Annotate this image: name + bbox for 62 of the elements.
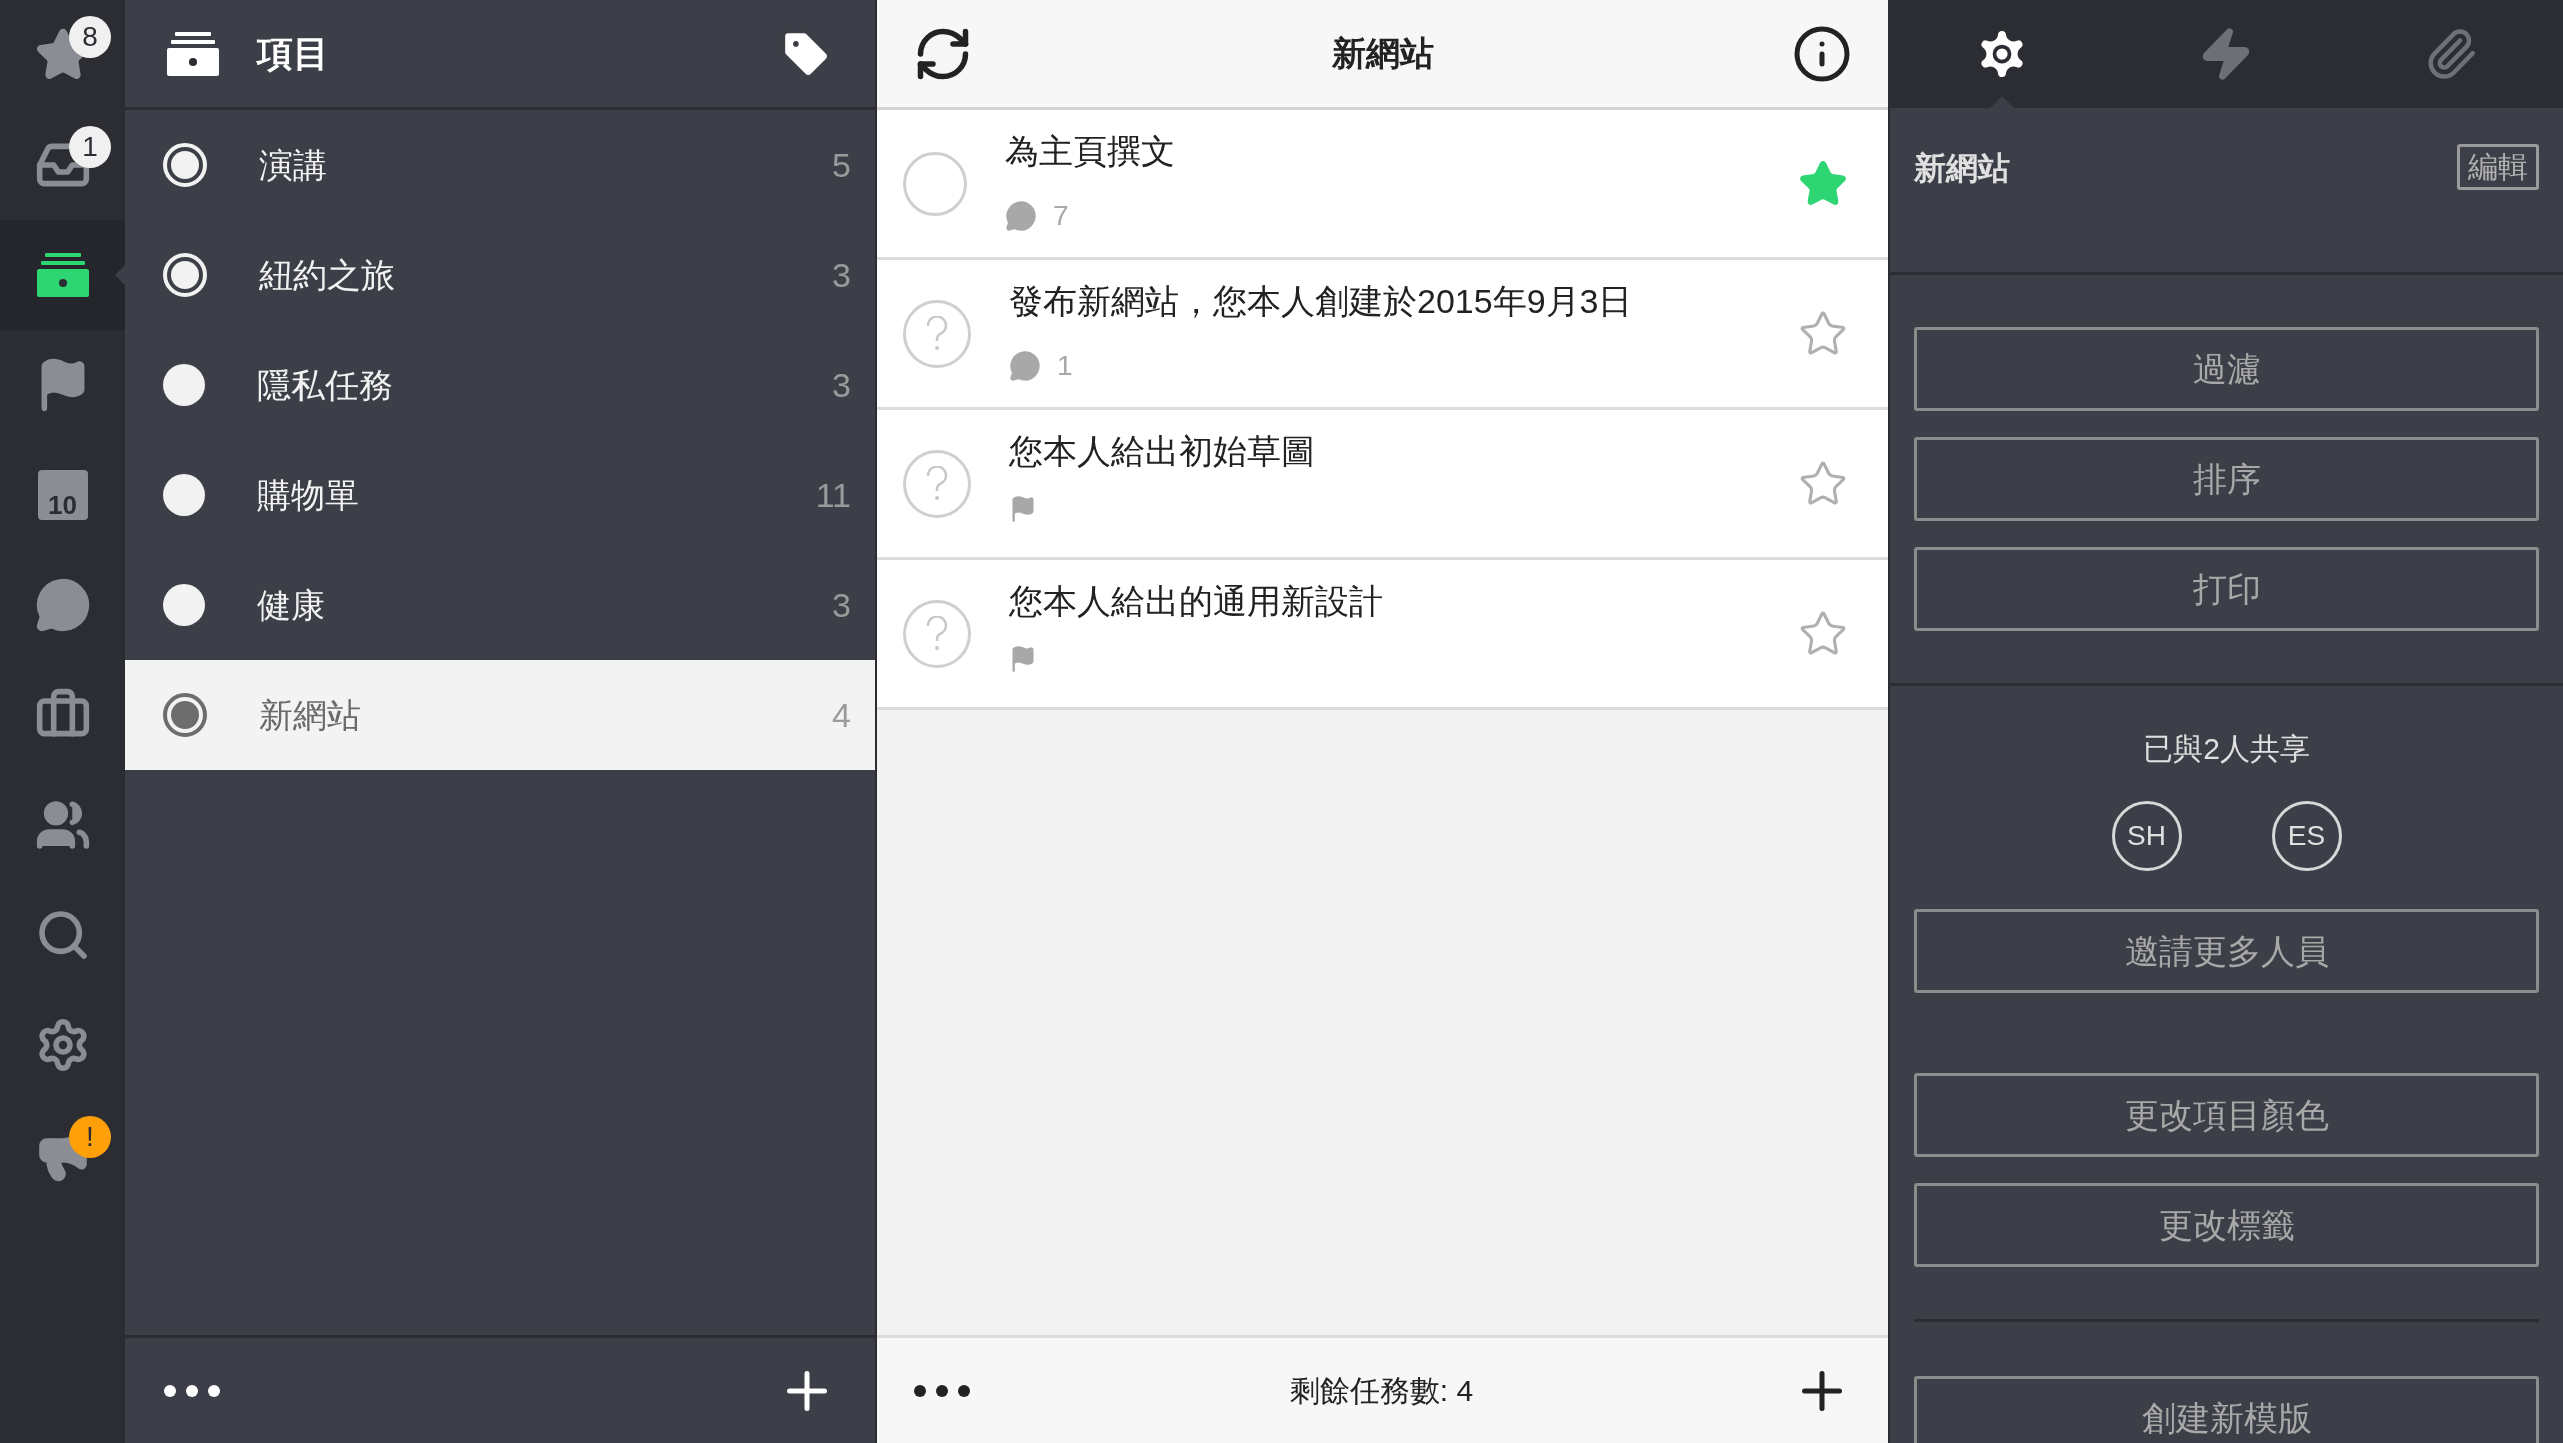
task-row[interactable]: 您本人給出初始草圖 <box>877 410 1888 560</box>
project-item[interactable]: 購物單 11 <box>125 440 875 550</box>
task-title: 發布新網站，您本人創建於2015年9月3日 <box>1009 281 1634 322</box>
project-item[interactable]: 健康 3 <box>125 550 875 660</box>
invite-button[interactable]: 邀請更多人員 <box>1914 909 2539 993</box>
project-count: 4 <box>832 694 851 736</box>
nav-item[interactable]: 10 <box>0 440 125 550</box>
project-count: 3 <box>832 364 851 406</box>
task-row[interactable]: 您本人給出的通用新設計 <box>877 560 1888 710</box>
project-count: 3 <box>832 584 851 626</box>
task-title: 為主頁撰文 <box>1005 131 1176 172</box>
task-title: 您本人給出初始草圖 <box>1009 431 1316 472</box>
project-name: 演講 <box>259 144 327 186</box>
project-count: 5 <box>832 144 851 186</box>
projects-icon <box>36 253 89 297</box>
action-button[interactable]: 過濾 <box>1914 327 2539 411</box>
more-icon[interactable] <box>913 1383 971 1398</box>
badge: ! <box>69 1116 111 1158</box>
projects-icon <box>167 31 219 76</box>
nav-item[interactable]: ! <box>0 1100 125 1210</box>
avatar[interactable]: SH <box>2111 801 2182 871</box>
question-icon <box>926 315 948 352</box>
badge: 1 <box>69 126 111 168</box>
project-item[interactable]: 紐約之旅 3 <box>125 220 875 330</box>
question-icon <box>926 465 948 502</box>
edit-button[interactable]: 編輯 <box>2457 144 2539 190</box>
comment-icon <box>1005 200 1037 232</box>
question-icon <box>926 615 948 652</box>
comment-count: 1 <box>1057 349 1073 383</box>
comment-count: 7 <box>1053 199 1069 233</box>
task-row[interactable]: 為主頁撰文 7 <box>877 110 1888 260</box>
nav-item[interactable]: 1 <box>0 110 125 220</box>
panel-title: 項目 <box>257 31 329 76</box>
nav-item[interactable] <box>0 220 125 330</box>
project-item[interactable]: 隱私任務 3 <box>125 330 875 440</box>
project-item[interactable]: 新網站 4 <box>125 660 875 770</box>
list-title: 新網站 <box>1330 33 1435 74</box>
shared-label: 已與2人共享 <box>2143 731 2310 767</box>
action-button[interactable]: 更改項目顏色 <box>1914 1073 2539 1157</box>
template-button[interactable]: 創建新模版 <box>1914 1376 2539 1443</box>
action-button[interactable]: 更改標籤 <box>1914 1183 2539 1267</box>
project-name: 購物單 <box>257 474 359 516</box>
project-name: 新網站 <box>259 694 361 736</box>
badge: 8 <box>69 16 111 58</box>
chat-icon <box>34 577 91 633</box>
project-title: 新網站 <box>1914 149 2010 188</box>
project-name: 隱私任務 <box>257 364 393 406</box>
task-title: 您本人給出的通用新設計 <box>1009 581 1384 622</box>
action-button[interactable]: 打印 <box>1914 547 2539 631</box>
project-count: 11 <box>815 474 851 516</box>
more-icon[interactable] <box>163 1383 221 1398</box>
project-name: 紐約之旅 <box>259 254 395 296</box>
project-count: 3 <box>832 254 851 296</box>
project-item[interactable]: 演講 5 <box>125 110 875 220</box>
nav-item[interactable]: 8 <box>0 0 125 110</box>
avatar[interactable]: ES <box>2271 801 2342 871</box>
calendar-icon: 10 <box>37 470 88 520</box>
comment-icon <box>1009 350 1041 382</box>
task-row[interactable]: 發布新網站，您本人創建於2015年9月3日 1 <box>877 260 1888 410</box>
action-button[interactable]: 排序 <box>1914 437 2539 521</box>
project-name: 健康 <box>257 584 325 626</box>
remaining-count: 剩餘任務數: 4 <box>1288 1373 1475 1409</box>
